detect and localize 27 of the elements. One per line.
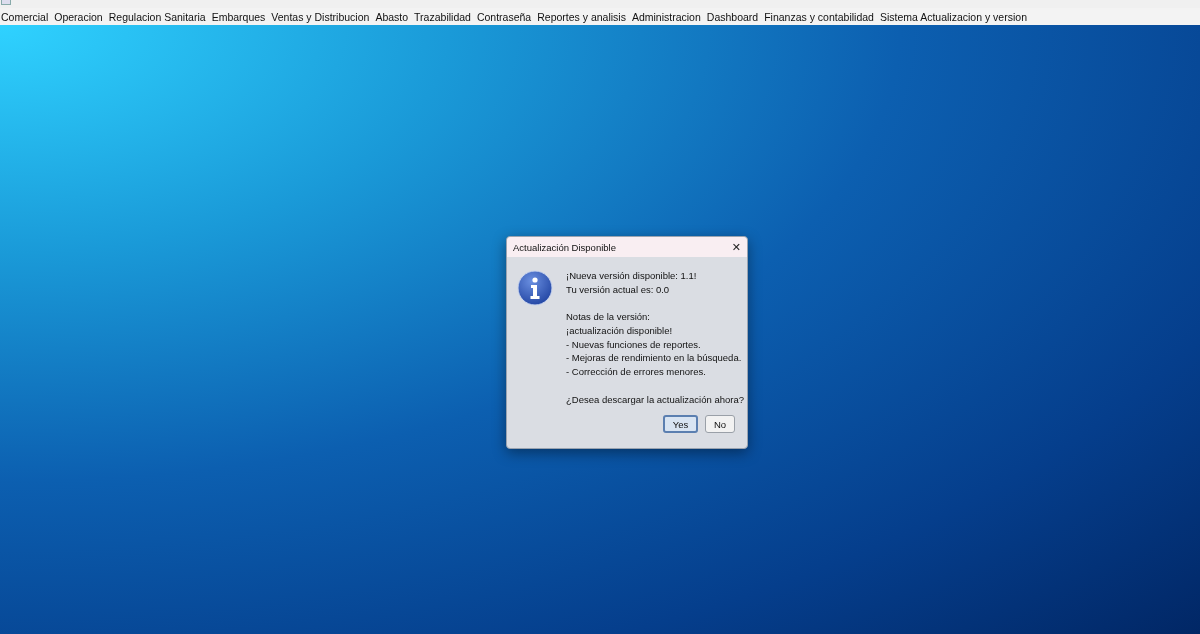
message-text: ¡Nueva versión disponible: 1.1! xyxy=(566,269,698,283)
menu-item[interactable]: Sistema Actualizacion y version xyxy=(878,10,1030,23)
menu-item[interactable]: Regulacion Sanitaria xyxy=(107,10,209,23)
menu-item[interactable]: Dashboard xyxy=(705,10,762,23)
app-icon xyxy=(1,0,11,5)
message-text: - Nuevas funciones de reportes. xyxy=(566,337,702,352)
message-text: - Mejoras de rendimiento en la búsqueda. xyxy=(566,351,743,366)
menu-item[interactable]: Administracion xyxy=(630,10,704,23)
message-text: ¡actualización disponible! xyxy=(566,323,674,338)
menu-item[interactable]: Embarques xyxy=(210,10,269,23)
message-text: Tu versión actual es: 0.0 xyxy=(566,282,671,297)
menu-item[interactable]: Reportes y analisis xyxy=(536,10,629,23)
menu-item[interactable]: Contraseña xyxy=(475,10,535,23)
menu-item[interactable]: Ventas y Distribucion xyxy=(270,10,373,23)
dialog-button[interactable]: No xyxy=(705,415,735,434)
menu-item[interactable]: Trazabilidad xyxy=(413,10,474,23)
dialog-button[interactable]: Yes xyxy=(663,415,698,434)
menu-item[interactable]: Operacion xyxy=(53,10,106,23)
menu-item[interactable]: Finanzas y contabilidad xyxy=(763,10,877,23)
dialog-title: Actualización Disponible xyxy=(513,241,616,253)
message-text: Notas de la versión: xyxy=(566,310,651,324)
close-button[interactable]: ✕ xyxy=(725,237,747,257)
menu-item[interactable]: Comercial xyxy=(0,10,52,23)
message-text: ¿Desea descargar la actualización ahora? xyxy=(566,392,744,407)
message-text: - Corrección de errores menores. xyxy=(566,365,707,380)
info-icon xyxy=(517,270,553,306)
menu-item[interactable]: Abasto xyxy=(374,10,412,23)
